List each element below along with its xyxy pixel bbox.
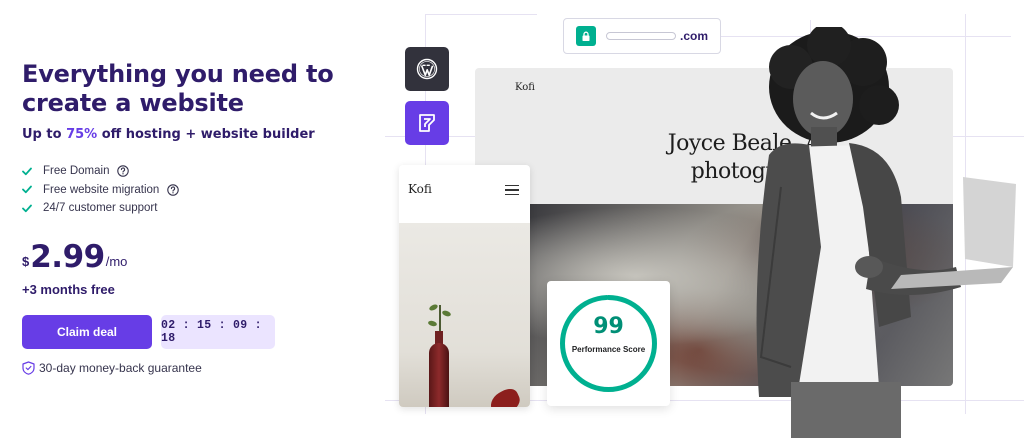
price-currency: $ [22,253,30,269]
check-icon [22,185,32,195]
subhead-prefix: Up to [22,127,67,142]
url-placeholder [606,32,676,40]
lock-icon [576,26,596,46]
url-domain: .com [680,29,709,43]
check-icon [22,203,32,213]
feature-list: Free Domain Free website migration 24/7 … [22,162,362,218]
website-builder-icon [405,101,449,145]
bonus-offer: +3 months free [22,281,115,297]
price-period: /mo [105,253,128,269]
hero-copy: Everything you need to create a website … [22,60,362,375]
grid-line [425,14,537,15]
list-item: Free website migration [22,181,362,200]
price: $ 2.99 /mo [22,240,362,274]
feature-label: Free Domain [43,165,110,178]
help-icon[interactable] [117,165,130,177]
hero-illustration: .com Kofi Joyce Beale, Art photograph Ko… [385,0,1024,438]
feature-label: 24/7 customer support [43,202,158,215]
price-amount: 2.99 [30,238,105,275]
hero-subhead: Up to 75% off hosting + website builder [22,127,362,142]
score-label: Performance Score [571,345,646,354]
list-item: 24/7 customer support [22,199,362,218]
site-logo: Kofi [408,182,432,196]
page-title: Everything you need to create a website [22,60,334,117]
money-back-guarantee: 30-day money-back guarantee [22,361,362,375]
person-photo [756,27,1016,438]
performance-score-card: 99 Performance Score [547,281,670,406]
site-logo: Kofi [515,82,535,93]
url-bar: .com [563,18,721,54]
feature-label: Free website migration [43,183,160,196]
subhead-suffix: off hosting + website builder [97,127,315,142]
menu-icon [505,185,519,195]
discount-percent: 75% [66,127,98,142]
cta-row: Claim deal 02 : 15 : 09 : 18 [22,314,362,349]
score-value: 99 [593,314,624,339]
claim-deal-button[interactable]: Claim deal [22,314,152,349]
wordpress-icon [405,47,449,91]
mobile-site-preview: Kofi [399,165,530,407]
shield-icon [22,360,35,375]
check-icon [22,166,32,176]
list-item: Free Domain [22,162,362,181]
help-icon[interactable] [167,184,180,196]
score-gauge: 99 Performance Score [557,292,660,395]
countdown-timer: 02 : 15 : 09 : 18 [161,314,275,349]
still-life-photo [399,223,530,407]
guarantee-text: 30-day money-back guarantee [39,360,202,375]
